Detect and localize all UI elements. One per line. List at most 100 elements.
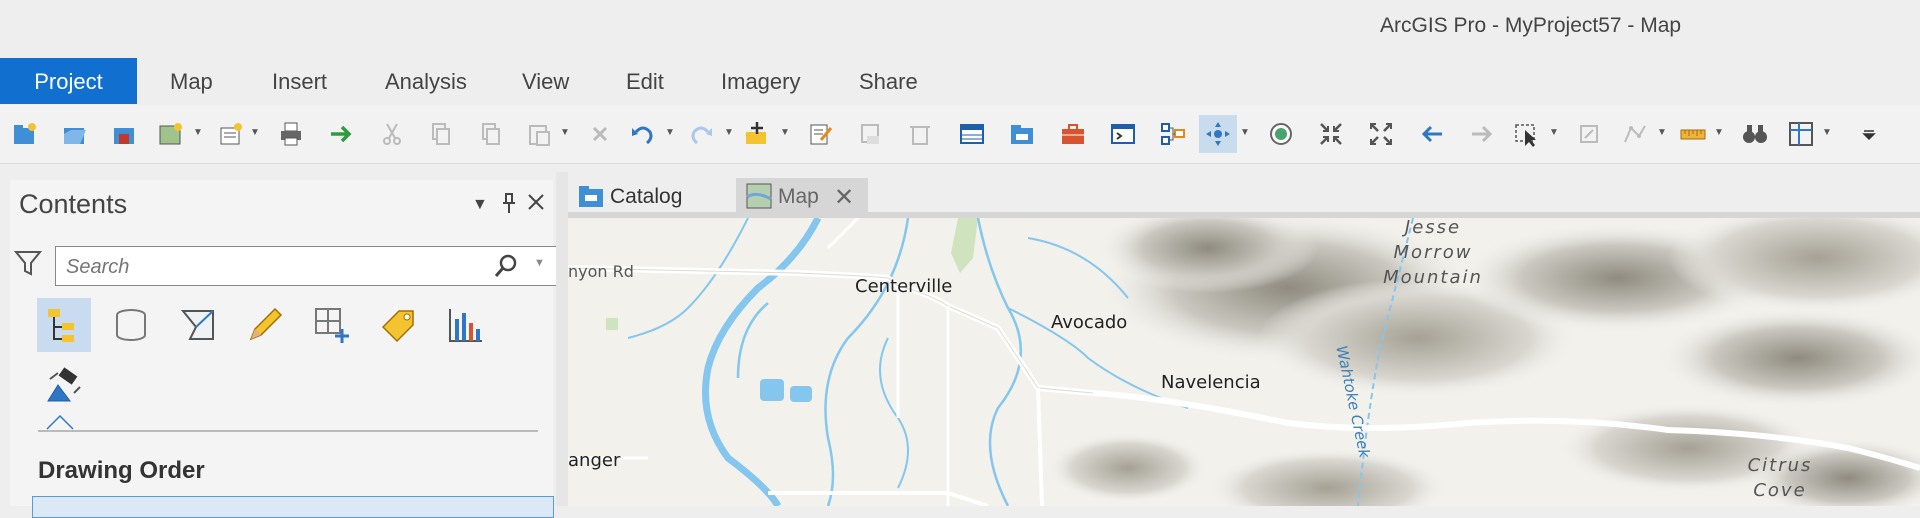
edit-icon[interactable] [802,115,840,153]
label-tag-icon [381,310,414,343]
pane-title: Contents [19,189,128,219]
chevron-down-icon[interactable]: ▼ [1657,127,1667,138]
place-label-line: Cove [1753,480,1807,501]
map-view[interactable]: nyon Rd Centerville Avocado Navelencia a… [568,218,1920,506]
cut-icon[interactable] [373,115,411,153]
overflow-icon[interactable] [1850,115,1888,153]
close-icon[interactable] [526,192,546,218]
search-icon[interactable] [494,254,518,278]
collapse-chevron-up-icon[interactable] [45,413,75,431]
list-by-selection-button[interactable] [171,298,225,352]
redo-icon[interactable] [682,115,720,153]
catalog-icon[interactable] [1003,115,1041,153]
clear-selection-icon[interactable] [852,115,890,153]
tab-label: Catalog [610,185,683,208]
chevron-down-icon[interactable]: ▼ [193,127,203,138]
document-tabs: Catalog Map ✕ [568,172,1920,214]
search-field[interactable]: ▼ [55,246,557,286]
explore-icon[interactable] [1262,115,1300,153]
next-extent-icon[interactable] [1463,115,1501,153]
pane-menu-chevron-down-icon[interactable]: ▼ [472,196,488,214]
forward-arrow-icon[interactable] [322,115,360,153]
list-by-labeling-button[interactable] [372,298,426,352]
bar-chart-icon [449,309,482,342]
open-project-icon[interactable] [56,115,94,153]
pin-icon[interactable] [500,192,518,220]
layer-row-selected[interactable] [32,496,554,518]
previous-extent-icon[interactable] [1413,115,1451,153]
list-charts-button[interactable] [439,298,493,352]
chevron-down-icon[interactable]: ▼ [1822,127,1832,138]
window-title: ArcGIS Pro - MyProject57 - Map [1380,14,1682,37]
chevron-down-icon[interactable]: ▼ [1549,127,1559,138]
place-label-citrus-cove: Citrus Cove [1730,453,1830,503]
catalog-folder-icon [579,186,603,207]
new-project-icon[interactable] [6,115,44,153]
chevron-down-icon[interactable]: ▼ [724,127,734,138]
place-label-avocado: Avocado [1051,312,1128,333]
tab-insert[interactable]: Insert [254,58,345,104]
paste-icon[interactable] [520,115,558,153]
mountain-label-line: Mountain [1383,267,1483,288]
copy-path-icon[interactable] [472,115,510,153]
list-by-drawing-order-button[interactable] [37,298,91,352]
tab-analysis[interactable]: Analysis [367,58,485,104]
satellite-icon [47,367,81,402]
new-map-icon[interactable] [152,115,190,153]
save-project-icon[interactable] [106,115,144,153]
add-item-icon[interactable] [212,115,250,153]
add-data-icon[interactable] [738,115,776,153]
drawing-order-icon [48,309,74,342]
section-heading: Drawing Order [38,457,205,484]
view-icon[interactable] [1782,115,1820,153]
list-by-snapping-button[interactable] [305,298,359,352]
tab-map[interactable]: Map [152,58,231,104]
filter-icon[interactable] [13,248,43,278]
mountain-label-line: Morrow [1393,242,1473,263]
chevron-down-icon[interactable]: ▼ [665,127,675,138]
select-icon[interactable] [1508,115,1546,153]
chevron-down-icon[interactable]: ▼ [1240,127,1250,138]
quick-access-toolbar: ▼ ▼ ▼ ▼ ▼ ▼ ▼ ▼ ▼ ▼ ▼ [0,105,1920,164]
layout-icon[interactable] [1154,115,1192,153]
tab-catalog[interactable]: Catalog [568,178,728,214]
clear-icon[interactable] [1616,115,1654,153]
chevron-down-icon[interactable]: ▼ [250,127,260,138]
delete-features-icon[interactable] [901,115,939,153]
tab-edit[interactable]: Edit [608,58,682,104]
attribute-table-icon[interactable] [953,115,991,153]
toolbox-icon[interactable] [1054,115,1092,153]
chevron-down-icon[interactable]: ▼ [534,257,545,269]
place-label-navelencia: Navelencia [1161,372,1261,393]
tab-view[interactable]: View [504,58,587,104]
undo-icon[interactable] [624,115,662,153]
tab-map-view[interactable]: Map ✕ [736,178,868,214]
tab-share[interactable]: Share [841,58,936,104]
chevron-down-icon[interactable]: ▼ [780,127,790,138]
tab-project[interactable]: Project [0,58,137,104]
list-by-editing-button[interactable] [238,298,292,352]
locate-icon[interactable] [1736,115,1774,153]
list-perspective-imagery-button[interactable] [37,358,91,412]
navigate-icon[interactable] [1199,115,1237,153]
select-by-attributes-icon[interactable] [1571,115,1609,153]
fixed-zoom-icon[interactable] [1362,115,1400,153]
place-label-sanger: anger [568,450,621,471]
python-icon[interactable] [1104,115,1142,153]
print-icon[interactable] [272,115,310,153]
snapping-grid-icon [315,308,349,343]
chevron-down-icon[interactable]: ▼ [1714,127,1724,138]
full-extent-icon[interactable] [1312,115,1350,153]
map-icon [746,183,772,209]
pane-splitter[interactable] [556,172,568,506]
measure-icon[interactable] [1674,115,1712,153]
divider [38,430,538,432]
chevron-down-icon[interactable]: ▼ [560,127,570,138]
copy-icon[interactable] [422,115,460,153]
search-input[interactable] [64,253,478,281]
list-by-source-button[interactable] [104,298,158,352]
delete-icon[interactable] [581,115,619,153]
tab-imagery[interactable]: Imagery [703,58,818,104]
close-icon[interactable]: ✕ [834,183,854,212]
database-icon [116,309,146,341]
